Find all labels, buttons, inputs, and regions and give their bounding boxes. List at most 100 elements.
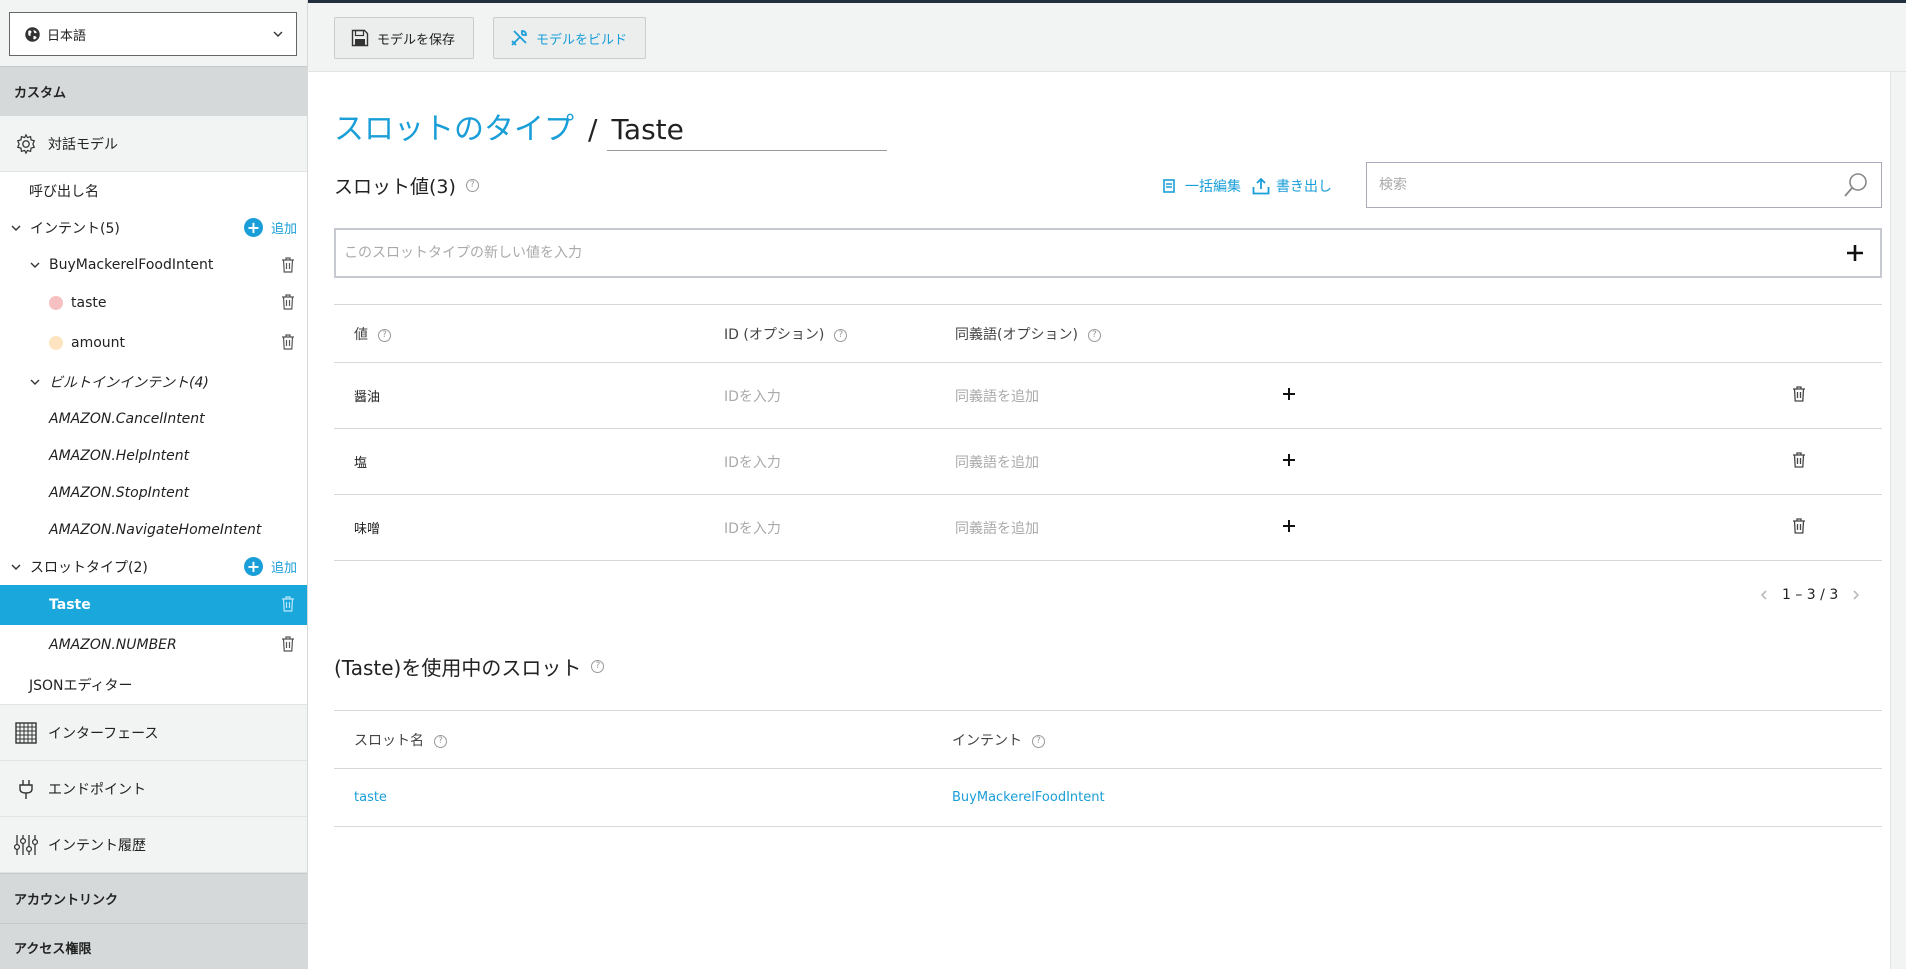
- nav-interfaces[interactable]: インターフェース: [0, 705, 307, 761]
- chevron-left-icon[interactable]: [1758, 589, 1770, 601]
- trash-icon[interactable]: [1792, 517, 1806, 534]
- add-synonym-icon[interactable]: [1282, 519, 1296, 533]
- intents-label: インテント(5): [30, 220, 120, 237]
- sidebar-item-builtin-intent[interactable]: AMAZON.NavigateHomeIntent: [0, 511, 307, 548]
- nav-interaction-model[interactable]: 対話モデル: [0, 116, 307, 172]
- slot-amount-label: amount: [71, 335, 126, 351]
- export-button[interactable]: 書き出し: [1252, 176, 1332, 196]
- invocation-name-label: 呼び出し名: [29, 183, 99, 200]
- search-box: [1366, 162, 1882, 208]
- toolbar: モデルを保存 モデルをビルド: [308, 0, 1906, 72]
- slot-name-link[interactable]: taste: [354, 790, 387, 805]
- chevron-down-icon[interactable]: [10, 222, 22, 234]
- chevron-down-icon[interactable]: [29, 376, 41, 388]
- trash-icon[interactable]: [281, 636, 295, 652]
- bulk-edit-label: 一括編集: [1185, 179, 1241, 195]
- language-select[interactable]: 日本語: [9, 12, 297, 56]
- help-icon[interactable]: ?: [434, 734, 447, 748]
- sidebar: 日本語 カスタム 対話モデル 呼び出し名 インテント(5) + 追加 BuyMa…: [0, 0, 308, 969]
- save-model-button[interactable]: モデルを保存: [334, 17, 475, 59]
- add-slot-type-button[interactable]: + 追加: [243, 557, 297, 576]
- breadcrumb-separator: /: [588, 113, 598, 146]
- id-input[interactable]: IDを入力: [724, 389, 781, 405]
- sidebar-item-invocation-name[interactable]: 呼び出し名: [0, 172, 307, 209]
- slot-taste-label: taste: [71, 295, 107, 311]
- sidebar-item-slot-types[interactable]: スロットタイプ(2) + 追加: [0, 548, 307, 585]
- column-header-synonyms: 同義語(オプション)?: [955, 305, 1282, 363]
- chevron-down-icon[interactable]: [29, 259, 41, 271]
- search-icon[interactable]: [1843, 172, 1869, 198]
- sidebar-item-builtin-intents[interactable]: ビルトインインテント(4): [0, 363, 307, 400]
- slot-value-cell[interactable]: 塩: [334, 429, 724, 495]
- sidebar-item-custom-intent[interactable]: BuyMackerelFoodIntent: [0, 246, 307, 283]
- sidebar-item-intents[interactable]: インテント(5) + 追加: [0, 209, 307, 246]
- add-intent-label: 追加: [270, 222, 297, 237]
- trash-icon[interactable]: [281, 294, 295, 310]
- help-icon[interactable]: ?: [591, 660, 605, 673]
- column-header-intent: インテント?: [952, 711, 1882, 769]
- synonym-input[interactable]: 同義語を追加: [955, 389, 1039, 405]
- sidebar-item-slot-amount[interactable]: amount: [0, 323, 307, 363]
- sidebar-item-slot-taste[interactable]: taste: [0, 283, 307, 323]
- bulk-edit-button[interactable]: 一括編集: [1161, 176, 1241, 196]
- section-account-linking[interactable]: アカウントリンク: [0, 873, 307, 923]
- table-header-row: 値? ID (オプション)? 同義語(オプション)?: [334, 304, 1882, 363]
- sidebar-item-slot-type-taste[interactable]: Taste: [0, 585, 307, 625]
- plus-circle-icon: +: [243, 557, 263, 576]
- used-slots-heading-text: (Taste)を使用中のスロット: [334, 656, 582, 680]
- breadcrumb-slot-types-link[interactable]: スロットのタイプ: [334, 104, 574, 148]
- slot-type-taste-label: Taste: [49, 597, 91, 613]
- intent-link[interactable]: BuyMackerelFoodIntent: [952, 790, 1105, 805]
- sidebar-item-json-editor[interactable]: JSONエディター: [0, 665, 307, 705]
- synonym-input[interactable]: 同義語を追加: [955, 455, 1039, 471]
- add-slot-type-label: 追加: [270, 561, 297, 576]
- id-input[interactable]: IDを入力: [724, 455, 781, 471]
- chevron-down-icon[interactable]: [10, 561, 22, 573]
- column-header-value: 値?: [334, 305, 724, 363]
- breadcrumb: スロットのタイプ /: [334, 104, 888, 151]
- plus-icon[interactable]: [1844, 242, 1866, 264]
- search-input[interactable]: [1379, 177, 1843, 193]
- help-icon[interactable]: ?: [465, 179, 479, 192]
- table-row: 塩 IDを入力 同義語を追加: [334, 429, 1882, 495]
- help-icon[interactable]: ?: [378, 328, 391, 342]
- synonym-input[interactable]: 同義語を追加: [955, 521, 1039, 537]
- scrollbar[interactable]: [1890, 72, 1906, 969]
- table-row: 味噌 IDを入力 同義語を追加: [334, 495, 1882, 561]
- sidebar-item-builtin-intent[interactable]: AMAZON.CancelIntent: [0, 400, 307, 437]
- sidebar-item-slot-type-number[interactable]: AMAZON.NUMBER: [0, 625, 307, 665]
- add-synonym-icon[interactable]: [1282, 387, 1296, 401]
- slot-value-cell[interactable]: 味噌: [334, 495, 724, 561]
- new-value-input[interactable]: [344, 245, 1844, 261]
- help-icon[interactable]: ?: [1087, 328, 1101, 342]
- add-intent-button[interactable]: + 追加: [243, 218, 297, 237]
- slot-value-cell[interactable]: 醤油: [334, 363, 724, 429]
- table-row: 醤油 IDを入力 同義語を追加: [334, 363, 1882, 429]
- help-icon[interactable]: ?: [1032, 734, 1045, 748]
- builtin-intents-label: ビルトインインテント(4): [49, 374, 209, 391]
- build-model-button[interactable]: モデルをビルド: [493, 17, 647, 59]
- id-input[interactable]: IDを入力: [724, 521, 781, 537]
- slot-type-number-label: AMAZON.NUMBER: [49, 637, 177, 653]
- nav-interfaces-label: インターフェース: [48, 725, 159, 742]
- add-synonym-icon[interactable]: [1282, 453, 1296, 467]
- section-permissions[interactable]: アクセス権限: [0, 923, 307, 969]
- custom-intent-label: BuyMackerelFoodIntent: [49, 256, 214, 273]
- slot-type-name-input[interactable]: [607, 113, 888, 151]
- trash-icon[interactable]: [1792, 385, 1806, 402]
- nav-endpoint[interactable]: エンドポイント: [0, 761, 307, 817]
- sidebar-item-builtin-intent[interactable]: AMAZON.StopIntent: [0, 474, 307, 511]
- trash-icon[interactable]: [281, 596, 295, 612]
- trash-icon[interactable]: [1792, 451, 1806, 468]
- help-icon[interactable]: ?: [834, 328, 848, 342]
- trash-icon[interactable]: [281, 334, 295, 350]
- pagination: 1 – 3 / 3: [1758, 587, 1862, 603]
- chevron-right-icon[interactable]: [1850, 589, 1862, 601]
- sidebar-item-builtin-intent[interactable]: AMAZON.HelpIntent: [0, 437, 307, 474]
- trash-icon[interactable]: [281, 257, 295, 273]
- plug-icon: [14, 777, 38, 801]
- section-custom[interactable]: カスタム: [0, 66, 307, 116]
- used-slots-table: スロット名? インテント? taste BuyMackerelFoodInten…: [334, 710, 1882, 827]
- nav-intent-history[interactable]: インテント履歴: [0, 817, 307, 873]
- builtin-intent-label: AMAZON.CancelIntent: [49, 410, 205, 427]
